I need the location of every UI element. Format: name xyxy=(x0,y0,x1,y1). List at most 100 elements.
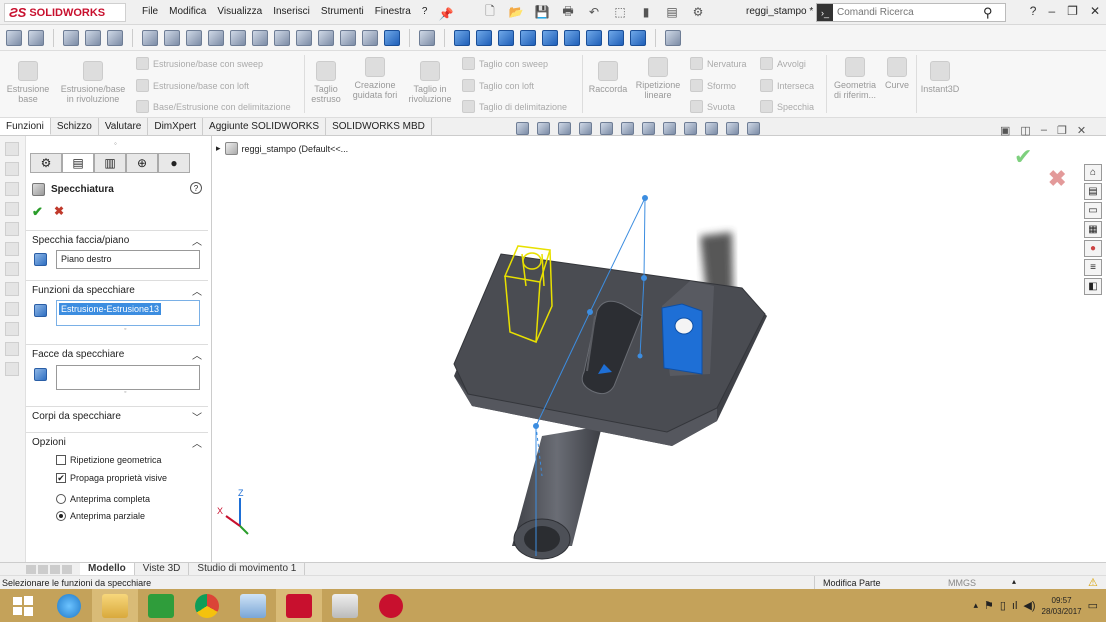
section-view-icon[interactable] xyxy=(208,29,224,46)
taglio-sweep-button[interactable]: Taglio con sweep xyxy=(462,57,548,70)
scroll-last-icon[interactable] xyxy=(62,564,72,574)
solidworks-taskbar-button[interactable] xyxy=(276,589,322,622)
strip-icon[interactable] xyxy=(5,282,19,296)
sw-help-button[interactable] xyxy=(368,589,414,622)
view-top-icon[interactable] xyxy=(542,29,558,46)
help-icon[interactable]: ? xyxy=(1030,4,1037,18)
taglio-loft-button[interactable]: Taglio con loft xyxy=(462,79,534,92)
hide-show-icon[interactable] xyxy=(296,29,312,46)
ok-check-icon[interactable]: ✔ xyxy=(32,204,43,220)
collapse-icon[interactable]: ︿ xyxy=(192,347,202,362)
command-search[interactable]: ›_ ⚲ xyxy=(816,3,1006,22)
store-button[interactable] xyxy=(138,589,184,622)
rebuild-warning-icon[interactable]: ⚠ xyxy=(1088,576,1098,589)
view-orientation-icon[interactable] xyxy=(621,122,634,135)
section-header[interactable]: Opzioni ︿ xyxy=(26,432,208,452)
menu-inserisci[interactable]: Inserisci xyxy=(273,6,310,22)
cancel-x-icon[interactable]: ✖ xyxy=(54,204,64,218)
feature-manager-icon[interactable]: ⚙ xyxy=(30,153,62,173)
strip-icon[interactable] xyxy=(5,342,19,356)
collapse-icon[interactable]: ︿ xyxy=(192,435,202,450)
anchor-icon[interactable] xyxy=(419,29,435,46)
strip-icon[interactable] xyxy=(5,142,19,156)
tab-studio-movimento[interactable]: Studio di movimento 1 xyxy=(189,562,306,576)
appearances-icon[interactable]: ● xyxy=(1084,240,1102,257)
scene-icon[interactable] xyxy=(362,29,378,46)
design-library-icon[interactable]: ▭ xyxy=(1084,202,1102,219)
rebuild-icon[interactable]: ▮ xyxy=(638,4,654,20)
solidworks-logo[interactable]: ƧS SOLIDWORKS xyxy=(4,3,126,22)
rotate-icon[interactable] xyxy=(340,29,356,46)
scroll-next-icon[interactable] xyxy=(50,564,60,574)
graphics-area[interactable]: ▸ reggi_stampo (Default<<... Z X ✔ ✖ xyxy=(212,136,1084,562)
strip-icon[interactable] xyxy=(5,362,19,376)
estrusione-rivoluzione-button[interactable]: Estrusione/base in rivoluzione xyxy=(58,61,128,104)
notifications-icon[interactable]: ▭ xyxy=(1088,599,1098,612)
strip-icon[interactable] xyxy=(5,262,19,276)
magnifier-icon[interactable]: ⚲ xyxy=(983,5,993,21)
dynamic-annotation-icon[interactable] xyxy=(230,29,246,46)
menu-strumenti[interactable]: Strumenti xyxy=(321,6,364,22)
monitor-icon[interactable] xyxy=(747,122,760,135)
ripetizione-geometrica-checkbox[interactable]: Ripetizione geometrica xyxy=(56,455,162,465)
anteprima-parziale-radio[interactable]: Anteprima parziale xyxy=(56,511,145,521)
ripetizione-lineare-button[interactable]: Ripetizione lineare xyxy=(634,57,682,100)
cylinder-handle[interactable] xyxy=(512,426,602,560)
start-button[interactable] xyxy=(0,589,46,622)
taglio-delimitazione-button[interactable]: Taglio di delimitazione xyxy=(462,100,567,113)
paint-button[interactable] xyxy=(230,589,276,622)
view-orientation-icon[interactable] xyxy=(252,29,268,46)
file-explorer-icon[interactable]: ▦ xyxy=(1084,221,1102,238)
forum-icon[interactable]: ◧ xyxy=(1084,278,1102,295)
checkbox-box[interactable]: ✔ xyxy=(56,473,66,483)
taglio-rivoluzione-button[interactable]: Taglio in rivoluzione xyxy=(406,61,454,104)
explorer-button[interactable] xyxy=(92,589,138,622)
open-icon[interactable]: 📂 xyxy=(508,4,524,20)
clock[interactable]: 09:57 28/03/2017 xyxy=(1042,595,1082,617)
view-right-icon[interactable] xyxy=(520,29,536,46)
zoom-area-icon[interactable] xyxy=(164,29,180,46)
previous-view-icon[interactable] xyxy=(558,122,571,135)
chrome-button[interactable] xyxy=(184,589,230,622)
confirm-cancel-icon[interactable]: ✖ xyxy=(1048,166,1066,192)
strip-icon[interactable] xyxy=(5,302,19,316)
taglio-estruso-button[interactable]: Taglio estruso xyxy=(308,61,344,104)
strip-icon[interactable] xyxy=(5,162,19,176)
strip-icon[interactable] xyxy=(5,222,19,236)
nervatura-button[interactable]: Nervatura xyxy=(690,57,747,70)
close-icon[interactable]: ✕ xyxy=(1090,4,1100,18)
display-style-icon[interactable] xyxy=(274,29,290,46)
ie-button[interactable] xyxy=(46,589,92,622)
calculator-button[interactable] xyxy=(322,589,368,622)
collapse-icon[interactable]: ︿ xyxy=(192,233,202,248)
menu-file[interactable]: File xyxy=(142,6,158,22)
geometria-riferimento-button[interactable]: Geometria di riferim... xyxy=(830,57,880,100)
avvolgi-button[interactable]: Avvolgi xyxy=(760,57,806,70)
select-icon[interactable]: ⬚ xyxy=(612,4,628,20)
dynamic-annotation-icon[interactable] xyxy=(600,122,613,135)
section-header[interactable]: Corpi da specchiare ﹀ xyxy=(26,406,208,426)
view-back-icon[interactable] xyxy=(476,29,492,46)
creazione-fori-button[interactable]: Creazione guidata fori xyxy=(348,57,402,100)
toolbar-icon[interactable] xyxy=(85,29,101,46)
file-properties-icon[interactable]: ▤ xyxy=(664,4,680,20)
raccorda-button[interactable]: Raccorda xyxy=(586,61,630,94)
view-dimetric-icon[interactable] xyxy=(630,29,646,46)
sformo-button[interactable]: Sformo xyxy=(690,79,736,92)
expand-icon[interactable]: ﹀ xyxy=(192,409,202,424)
units-dropdown-icon[interactable]: ▴ xyxy=(1012,577,1016,586)
view-iso-icon[interactable] xyxy=(586,29,602,46)
scroll-first-icon[interactable] xyxy=(26,564,36,574)
tab-modello[interactable]: Modello xyxy=(80,562,135,576)
configuration-manager-icon[interactable]: ▥ xyxy=(94,153,126,173)
zoom-fit-icon[interactable] xyxy=(142,29,158,46)
sweep-boss-button[interactable]: Estrusione/base con sweep xyxy=(136,57,263,70)
funzioni-list[interactable]: Estrusione-Estrusione13 xyxy=(56,300,200,326)
minimize-icon[interactable]: – xyxy=(1048,4,1055,18)
tab-schizzo[interactable]: Schizzo xyxy=(51,118,99,135)
security-icon[interactable]: ⚑ xyxy=(984,599,994,612)
view-settings-icon[interactable] xyxy=(726,122,739,135)
previous-view-icon[interactable] xyxy=(186,29,202,46)
section-header[interactable]: Funzioni da specchiare ︿ xyxy=(26,280,208,300)
resize-dot[interactable]: ◦ xyxy=(124,389,126,396)
